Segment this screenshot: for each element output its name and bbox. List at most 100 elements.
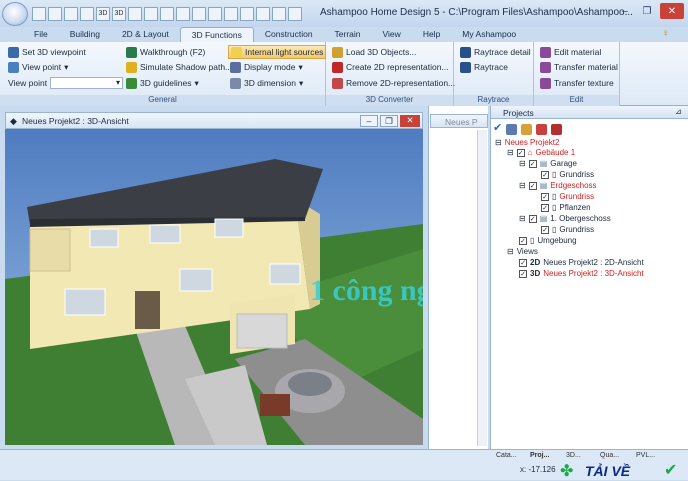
checkbox[interactable]: ✓ — [519, 269, 527, 278]
3d-view-icon[interactable]: 3D — [96, 6, 110, 21]
checkbox[interactable]: ✓ — [516, 148, 525, 157]
page-icon: ▯ — [552, 225, 557, 234]
checkbox[interactable]: ✓ — [528, 181, 537, 190]
view-restore-button[interactable]: ❐ — [380, 115, 398, 127]
view-point-select[interactable]: ▾ — [50, 77, 123, 89]
checkbox[interactable]: ✓ — [528, 214, 537, 223]
status-bar: Cata... Proj... 3D... Qua... PVL... x: -… — [0, 449, 688, 480]
tab-catalog[interactable]: Cata... — [496, 452, 517, 462]
tree-item-building[interactable]: ⊟ ✓ ⌂ Gebäude 1 — [507, 148, 575, 157]
tab-building[interactable]: Building — [59, 27, 111, 42]
tab-help[interactable]: Help — [412, 27, 451, 42]
delete-icon[interactable] — [536, 124, 548, 135]
application-menu-button[interactable] — [2, 2, 28, 26]
checkbox[interactable]: ✓ — [541, 225, 549, 234]
tab-quantities[interactable]: Qua... — [600, 452, 619, 462]
paste-icon[interactable] — [272, 6, 286, 21]
internal-light-sources-button[interactable]: Internal light sources — [228, 45, 327, 59]
tab-terrain[interactable]: Terrain — [324, 27, 372, 42]
simulate-shadow-button[interactable]: Simulate Shadow path... — [124, 60, 234, 74]
tab-construction[interactable]: Construction — [254, 27, 324, 42]
tree-item-garage[interactable]: ⊟ ✓ ▤ Garage — [519, 159, 577, 168]
tab-label: Qua... — [600, 452, 620, 459]
create-2d-representation-button[interactable]: Create 2D representation... — [330, 60, 451, 74]
refresh-icon[interactable] — [551, 124, 563, 135]
paint-icon[interactable] — [256, 6, 270, 21]
tab-projects[interactable]: Proj... — [530, 452, 549, 462]
window — [64, 288, 106, 316]
tree-item-3d-view[interactable]: ✓ 3D Neues Projekt2 : 3D-Ansicht — [519, 269, 644, 278]
copy-icon[interactable] — [240, 6, 254, 21]
close-button[interactable]: ✕ — [660, 3, 684, 19]
transfer-texture-button[interactable]: Transfer texture — [538, 76, 616, 90]
camera-icon[interactable] — [80, 6, 94, 21]
tree-item-project[interactable]: ⊟ Neues Projekt2 — [495, 138, 559, 147]
rows-icon[interactable] — [144, 6, 158, 21]
redo-icon[interactable] — [64, 6, 78, 21]
properties-icon[interactable] — [506, 124, 518, 135]
3d-view2-icon[interactable]: 3D — [112, 6, 126, 21]
maximize-button[interactable]: ❐ — [638, 3, 656, 19]
minimize-button[interactable]: – — [616, 3, 634, 19]
secondary-view-header[interactable]: Neues P — [430, 114, 488, 128]
raytrace-button[interactable]: Raytrace — [458, 60, 510, 74]
set-3d-viewpoint-button[interactable]: Set 3D viewpoint — [6, 45, 88, 59]
watermark-corner: TẢI VỀ — [585, 463, 631, 479]
view-minimize-button[interactable]: – — [360, 115, 378, 127]
tree-item-obergeschoss[interactable]: ⊟ ✓ ▤ 1. Obergeschoss — [519, 214, 611, 223]
tree-item-umgebung[interactable]: ✓ ▯ Umgebung — [519, 236, 577, 245]
tab-file[interactable]: File — [0, 27, 59, 42]
tree-item-grundriss[interactable]: ✓ ▯ Grundriss — [541, 192, 594, 201]
dropdown-icon[interactable] — [288, 6, 302, 21]
grid-icon[interactable] — [176, 6, 190, 21]
window — [214, 218, 244, 238]
tree-item-views[interactable]: ⊟ Views — [507, 247, 538, 256]
3d-guidelines-button[interactable]: 3D guidelines ▾ — [124, 76, 201, 90]
edit-material-button[interactable]: Edit material — [538, 45, 603, 59]
tab-3d-functions[interactable]: 3D Functions — [179, 27, 254, 42]
hand-icon[interactable] — [208, 6, 222, 21]
undo-icon[interactable] — [48, 6, 62, 21]
check-icon[interactable]: ✔ — [493, 121, 502, 137]
checkbox[interactable]: ✓ — [519, 236, 527, 245]
tree-item-2d-view[interactable]: ✓ 2D Neues Projekt2 : 2D-Ansicht — [519, 258, 644, 267]
raytrace-detail-button[interactable]: Raytrace detail — [458, 45, 533, 59]
tab-2d-layout[interactable]: 2D & Layout — [111, 27, 180, 42]
view-point-menu[interactable]: View point ▾ — [6, 60, 70, 74]
tree-item-grundriss[interactable]: ✓ ▯ Grundriss — [541, 170, 594, 179]
checkbox[interactable]: ✓ — [541, 170, 549, 179]
walkthrough-button[interactable]: Walkthrough (F2) — [124, 45, 207, 59]
display-mode-button[interactable]: Display mode ▾ — [228, 60, 305, 74]
clover-logo-icon: ✤ — [560, 463, 574, 480]
tree-label: Neues Projekt2 : 2D-Ansicht — [543, 258, 644, 267]
view-point-menu-label: View point — [22, 62, 62, 72]
load-3d-objects-button[interactable]: Load 3D Objects... — [330, 45, 418, 59]
checkbox[interactable]: ✓ — [519, 258, 527, 267]
tab-view[interactable]: View — [372, 27, 412, 42]
transfer-material-icon — [540, 61, 551, 73]
tree-item-erdgeschoss[interactable]: ⊟ ✓ ▤ Erdgeschoss — [519, 181, 597, 190]
magnet-icon[interactable] — [160, 6, 174, 21]
tab-my-ashampoo[interactable]: My Ashampoo — [451, 27, 527, 42]
folder-icon[interactable] — [521, 124, 533, 135]
3d-dimension-button[interactable]: 3D dimension ▾ — [228, 76, 305, 90]
help-pin-icon[interactable]: ♀ — [662, 28, 670, 39]
pin-icon[interactable]: ⊿ — [675, 107, 682, 116]
building-icon: ⌂ — [527, 148, 533, 157]
remove-2d-representation-button[interactable]: Remove 2D-representation... — [330, 76, 457, 90]
tree-item-pflanzen[interactable]: ✓ ▯ Pflanzen — [541, 203, 591, 212]
transfer-material-button[interactable]: Transfer material — [538, 60, 620, 74]
pointer-icon[interactable] — [224, 6, 238, 21]
vertical-scrollbar[interactable] — [477, 130, 487, 446]
cursor-icon[interactable] — [192, 6, 206, 21]
tree-label: 1. Obergeschoss — [550, 214, 611, 223]
checkbox[interactable]: ✓ — [528, 159, 537, 168]
view-close-button[interactable]: ✕ — [400, 115, 420, 127]
tab-pvl[interactable]: PVL... — [636, 452, 655, 462]
columns-icon[interactable] — [128, 6, 142, 21]
checkbox[interactable]: ✓ — [541, 203, 549, 212]
checkbox[interactable]: ✓ — [541, 192, 549, 201]
save-icon[interactable] — [32, 6, 46, 21]
3d-viewport[interactable]: 1 công nghệ — [5, 129, 423, 445]
tree-item-grundriss[interactable]: ✓ ▯ Grundriss — [541, 225, 594, 234]
